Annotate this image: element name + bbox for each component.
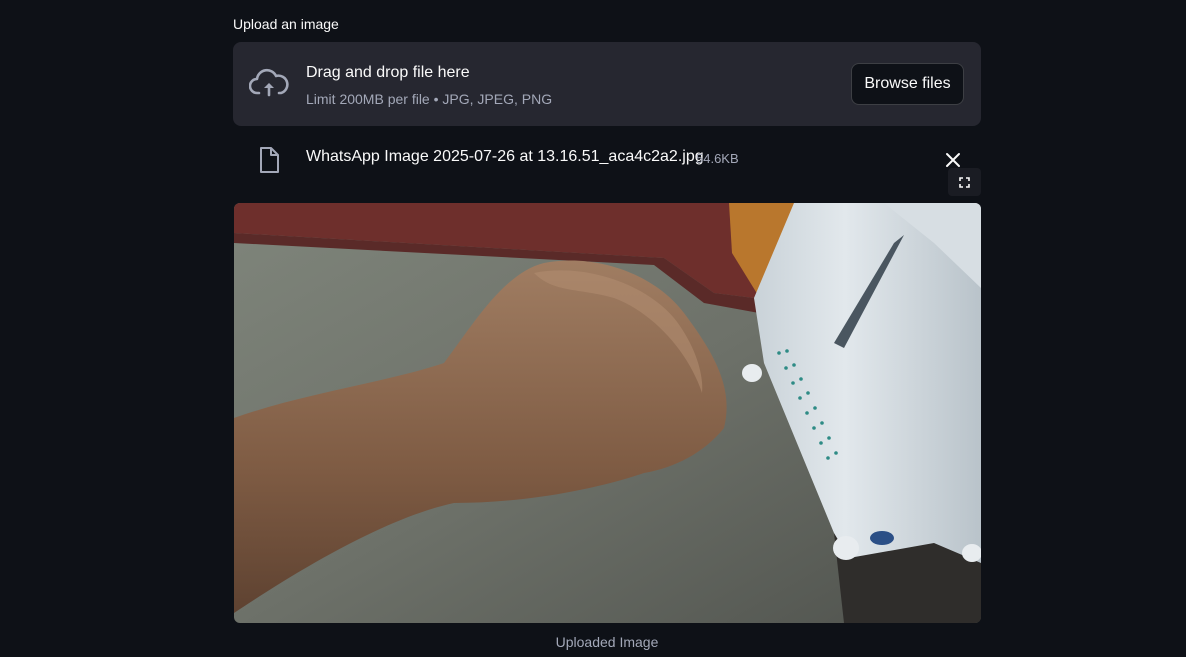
dropzone-title: Drag and drop file here [306,64,470,81]
uploaded-file-row: WhatsApp Image 2025-07-26 at 13.16.51_ac… [233,140,981,180]
browse-files-button[interactable]: Browse files [851,63,964,105]
uploader-label: Upload an image [233,16,339,32]
file-name: WhatsApp Image 2025-07-26 at 13.16.51_ac… [306,148,704,165]
fullscreen-icon [959,177,970,188]
image-caption: Uploaded Image [555,634,659,650]
file-dropzone[interactable]: Drag and drop file here Limit 200MB per … [233,42,981,126]
uploaded-photo [234,203,981,623]
file-size: 54.6KB [696,151,739,166]
dropzone-limit-text: Limit 200MB per file • JPG, JPEG, PNG [306,91,553,107]
streamlit-page: Upload an image Drag and drop file here … [0,0,1186,657]
cloud-upload-icon [249,68,289,97]
file-icon [260,147,279,173]
uploaded-image [234,203,981,623]
fullscreen-button[interactable] [948,168,981,196]
close-icon[interactable] [943,150,963,170]
